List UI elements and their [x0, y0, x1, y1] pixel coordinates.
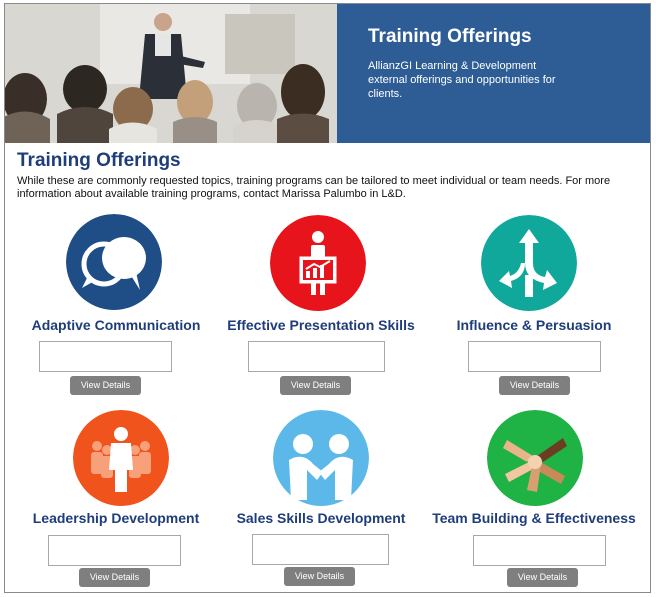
offering-title: Sales Skills Development: [236, 510, 406, 526]
offering-input[interactable]: [48, 535, 181, 566]
offering-input[interactable]: [468, 341, 601, 372]
view-details-button[interactable]: View Details: [507, 568, 578, 587]
offering-card-leadership-development: Leadership Development View Details: [11, 410, 221, 592]
offering-input[interactable]: [248, 341, 385, 372]
offering-title: Influence & Persuasion: [456, 317, 612, 333]
hero-photo: [5, 4, 337, 143]
offering-card-adaptive-communication: Adaptive Communication View Details: [11, 214, 221, 404]
leader-group-icon: [73, 410, 169, 506]
presenter-chart-icon: [270, 215, 366, 311]
view-details-button[interactable]: View Details: [280, 376, 351, 395]
joined-hands-icon: [487, 410, 583, 506]
view-details-button[interactable]: View Details: [284, 567, 355, 586]
offering-card-sales-skills-development: Sales Skills Development View Details: [216, 410, 426, 592]
speech-bubbles-icon: [66, 214, 162, 310]
offering-title: Effective Presentation Skills: [227, 317, 415, 333]
page-title: Training Offerings: [17, 150, 181, 171]
page-frame: Training Offerings AllianzGI Learning & …: [4, 3, 651, 593]
presentation-audience-image: [5, 4, 337, 143]
view-details-button[interactable]: View Details: [79, 568, 150, 587]
handshake-icon: [273, 410, 369, 506]
offering-card-effective-presentation-skills: Effective Presentation Skills View Detai…: [216, 214, 426, 404]
offering-title: Adaptive Communication: [31, 317, 201, 333]
offering-input[interactable]: [473, 535, 606, 566]
offering-title: Leadership Development: [32, 510, 200, 526]
hero-title: Training Offerings: [368, 26, 532, 47]
offering-card-influence-persuasion: Influence & Persuasion View Details: [429, 214, 639, 404]
offering-input[interactable]: [252, 534, 389, 565]
view-details-button[interactable]: View Details: [70, 376, 141, 395]
offering-card-team-building-effectiveness: Team Building & Effectiveness View Detai…: [429, 410, 639, 592]
diverging-arrows-icon: [481, 215, 577, 311]
hero-description: AllianzGI Learning & Development externa…: [368, 60, 556, 100]
view-details-button[interactable]: View Details: [499, 376, 570, 395]
offering-title: Team Building & Effectiveness: [432, 510, 636, 526]
hero-banner: Training Offerings AllianzGI Learning & …: [5, 4, 650, 143]
offering-input[interactable]: [39, 341, 172, 372]
intro-text: While these are commonly requested topic…: [17, 175, 611, 200]
hero-panel: Training Offerings AllianzGI Learning & …: [337, 4, 650, 143]
